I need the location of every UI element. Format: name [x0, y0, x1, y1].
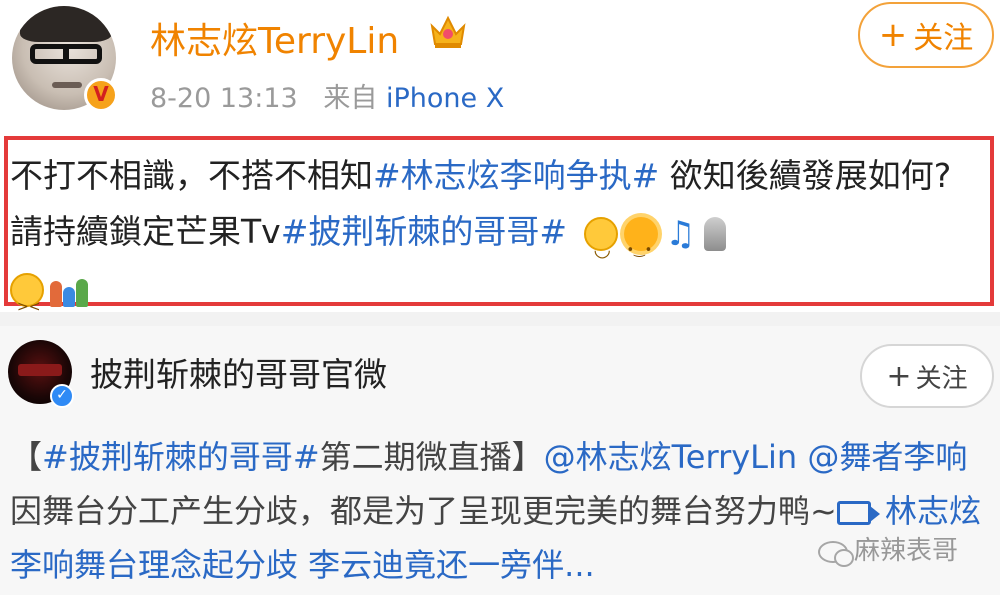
music-note-emoji-icon: ♫ [665, 213, 696, 254]
repost-body: 因舞台分工产生分歧，都是为了呈现更完美的舞台努力鸭~ [10, 492, 837, 530]
mention-link[interactable]: @林志炫TerryLin [544, 438, 798, 476]
follow-button[interactable]: + 关注 [858, 2, 994, 68]
family-member [63, 286, 75, 307]
sun-emoji-icon [623, 216, 658, 279]
blue-verified-badge-icon: ✓ [50, 384, 74, 408]
family-emoji-icon [50, 273, 88, 307]
family-member [50, 280, 62, 307]
hashtag-link[interactable]: #披荆斩棘的哥哥# [281, 212, 567, 251]
avatar-hair [20, 6, 112, 42]
post-text: 不打不相識，不搭不相知#林志炫李响争执# 欲知後續發展如何? 請持續鎖定芒果Tv… [10, 148, 988, 335]
title-rest: 第二期微直播】 [319, 438, 544, 476]
post-text-part: 不打不相識，不搭不相知 [10, 156, 373, 195]
plus-icon: + [878, 15, 908, 55]
post-meta: 8-20 13:13 来自 iPhone X [150, 76, 504, 115]
video-icon [836, 501, 880, 525]
microphone-emoji-icon [703, 216, 726, 251]
post-time: 8-20 13:13 [150, 83, 298, 114]
vip-crown-icon [430, 15, 466, 48]
hashtag-link[interactable]: #林志炫李响争执# [373, 156, 659, 195]
verified-badge-icon: V [84, 78, 118, 112]
source-prefix: 来自 [323, 83, 378, 114]
avatar-glasses [30, 44, 102, 64]
author-name[interactable]: 林志炫TerryLin [150, 12, 399, 64]
follow-label: 关注 [913, 21, 974, 56]
hashtag-link[interactable]: #披荆斩棘的哥哥# [42, 438, 320, 476]
avatar-mouth [52, 82, 82, 88]
post-separator [0, 312, 1000, 326]
repost-author-name[interactable]: 披荆斩棘的哥哥官微 [90, 348, 387, 396]
repost-follow-button[interactable]: + 关注 [860, 344, 994, 408]
smile-emoji-icon [583, 216, 618, 277]
watermark: 麻辣表哥 [818, 530, 958, 567]
weibo-post: V 林志炫TerryLin 8-20 13:13 来自 iPhone X + 关… [0, 0, 1000, 335]
plus-icon: + [886, 358, 912, 394]
follow-label: 关注 [915, 363, 968, 394]
bracket-open: 【 [10, 438, 43, 476]
flushed-emoji-icon [10, 272, 44, 335]
wechat-icon [818, 540, 854, 567]
post-source[interactable]: iPhone X [386, 83, 504, 114]
repost-text: 【#披荆斩棘的哥哥#第二期微直播】@林志炫TerryLin @舞者李响 因舞台分… [10, 430, 988, 592]
mention-link[interactable]: @舞者李响 [807, 438, 967, 476]
watermark-text: 麻辣表哥 [854, 536, 959, 566]
family-member [76, 278, 88, 307]
